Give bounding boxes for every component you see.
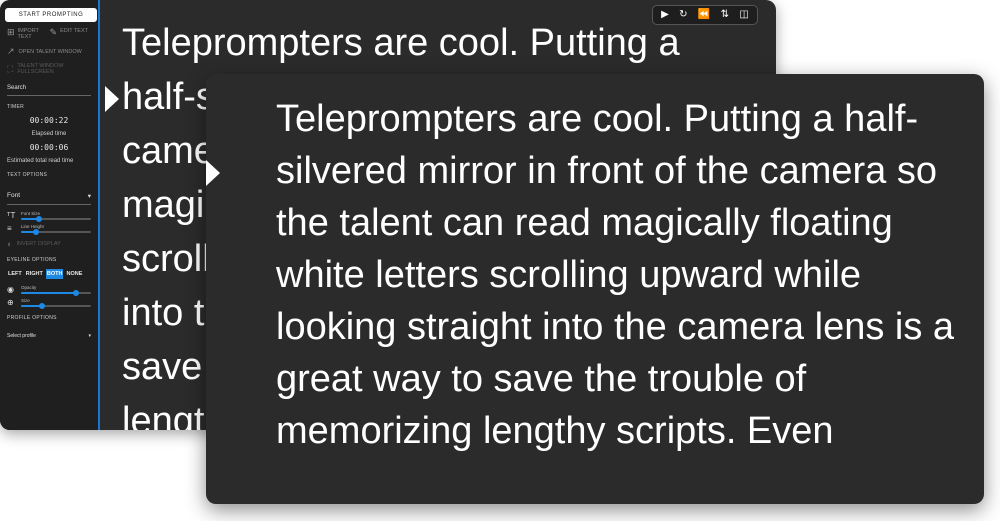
edit-text-button[interactable]: ✎ EDIT TEXT [50, 28, 89, 37]
eyeline-marker-icon [206, 160, 220, 186]
replay-icon[interactable]: ↻ [679, 10, 687, 20]
line-height-slider[interactable] [21, 229, 91, 235]
line-height-row: ≡ Line Height [7, 224, 91, 235]
opacity-thumb[interactable] [72, 290, 79, 296]
prompter-text: Teleprompters are cool. Putting a half-s… [276, 98, 955, 452]
eyeline-button-group: LEFT RIGHT BOTH NONE [7, 269, 91, 279]
import-text-label: IMPORT TEXT [17, 28, 39, 40]
control-sidebar: START PROMPTING ⊞ IMPORT TEXT ✎ EDIT TEX… [0, 0, 100, 430]
line-height-thumb[interactable] [33, 229, 40, 235]
eye-icon: ◉ [7, 285, 14, 294]
open-window-icon: ↗ [7, 46, 15, 56]
pencil-icon: ✎ [49, 27, 58, 37]
invert-display-label: INVERT DISPLAY [16, 241, 61, 247]
talent-window: Teleprompters are cool. Putting a half-s… [206, 74, 984, 504]
import-icon: ⊞ [7, 27, 15, 37]
dropdown-arrow-icon: ▾ [88, 333, 91, 339]
eyeline-marker-icon [105, 86, 119, 112]
open-talent-window-button[interactable]: ↗ OPEN TALENT WINDOW [7, 46, 91, 57]
opacity-fill [21, 292, 76, 294]
split-view-icon[interactable]: ◫ [739, 10, 748, 20]
fullscreen-icon: ⛶ [7, 63, 14, 74]
size-label: Size [21, 298, 30, 303]
fullscreen-label: TALENT WINDOW FULLSCREEN [17, 63, 64, 75]
play-icon[interactable]: ▶ [661, 10, 669, 20]
font-size-thumb[interactable] [35, 216, 42, 222]
profile-options-heading: PROFILE OPTIONS [7, 315, 57, 321]
estimated-time-value: 00:00:06 [29, 143, 69, 152]
flip-icon[interactable]: ⇅ [721, 10, 729, 20]
import-text-button[interactable]: ⊞ IMPORT TEXT [7, 27, 46, 41]
font-size-label: Font Size [21, 211, 41, 216]
dropdown-arrow-icon: ▾ [87, 193, 91, 200]
open-talent-label: OPEN TALENT WINDOW [18, 48, 82, 55]
text-options-heading: TEXT OPTIONS [7, 172, 48, 178]
size-thumb[interactable] [39, 303, 45, 309]
rewind-icon[interactable]: ⏪ [698, 10, 710, 20]
size-row: ⊕ Size [7, 298, 91, 309]
zoom-icon: ⊕ [7, 298, 14, 307]
timer-heading: TIMER [7, 104, 25, 110]
invert-display-toggle[interactable]: ◐ INVERT DISPLAY [7, 239, 91, 249]
opacity-label: Opacity [21, 285, 37, 290]
eyeline-left-button[interactable]: LEFT [7, 269, 23, 279]
start-prompting-button[interactable]: START PROMPTING [5, 8, 97, 22]
font-size-slider[interactable] [21, 216, 91, 222]
edit-text-label: EDIT TEXT [60, 28, 89, 34]
font-select-label: Font [7, 192, 21, 199]
font-size-row: ᵀT Font Size [7, 211, 91, 222]
profile-select-label: Select profile [7, 333, 36, 339]
profile-select[interactable]: Select profile ▾ [7, 333, 91, 339]
opacity-slider[interactable] [21, 290, 91, 296]
prompter-toolbar: ▶ ↻ ⏪ ⇅ ◫ [652, 5, 758, 25]
contrast-icon: ◐ [7, 239, 13, 249]
talent-fullscreen-button[interactable]: ⛶ TALENT WINDOW FULLSCREEN [7, 63, 91, 75]
estimated-time-label: Estimated total read time [7, 158, 74, 164]
eyeline-none-button[interactable]: NONE [65, 269, 83, 279]
opacity-row: ◉ Opacity [7, 285, 91, 296]
eyeline-options-heading: EYELINE OPTIONS [7, 257, 57, 263]
line-height-label: Line Height [21, 224, 44, 229]
eyeline-right-button[interactable]: RIGHT [25, 269, 44, 279]
search-input[interactable]: Search [7, 85, 91, 96]
eyeline-both-button[interactable]: BOTH [45, 269, 64, 279]
text-actions-row: ⊞ IMPORT TEXT ✎ EDIT TEXT [7, 27, 91, 41]
elapsed-time-value: 00:00:22 [29, 116, 69, 125]
font-select[interactable]: Font ▾ [7, 192, 91, 205]
line-height-icon: ≡ [7, 224, 12, 233]
elapsed-time-label: Elapsed time [31, 131, 67, 137]
font-size-icon: ᵀT [7, 211, 16, 220]
size-slider[interactable] [21, 303, 91, 309]
